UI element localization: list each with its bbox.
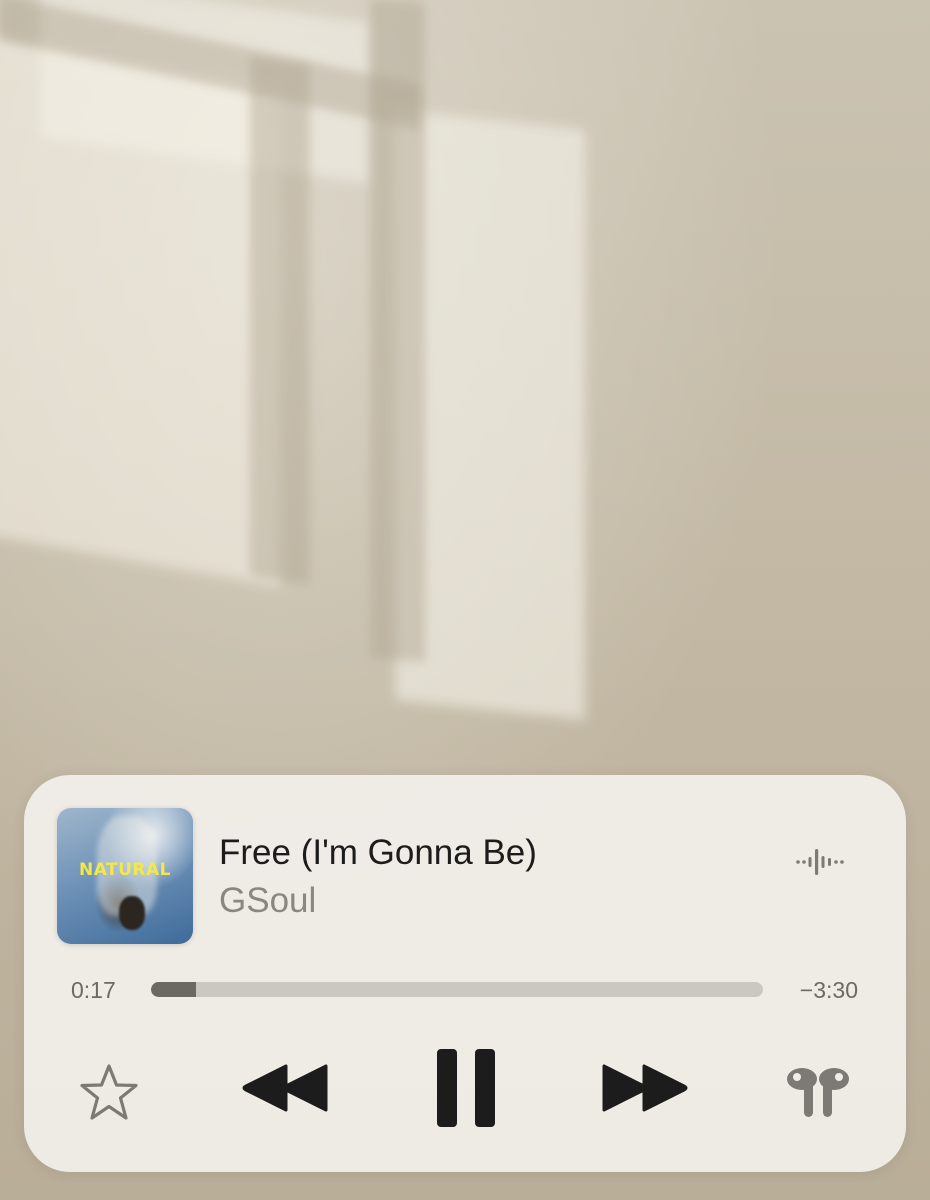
album-artwork[interactable]: NATURAL [57,808,193,944]
playback-scrubber[interactable] [151,982,763,997]
wallpaper-light-patch [0,33,280,587]
star-icon [80,1064,138,1120]
artwork-figure [119,896,145,930]
wallpaper-shadow [250,55,310,585]
elapsed-time: 0:17 [71,977,116,1003]
playback-progress-fill [151,982,197,997]
artwork-text: NATURAL [78,860,172,880]
fast-forward-icon [602,1064,688,1112]
audio-waveform-icon[interactable] [794,846,850,878]
rewind-icon [242,1064,328,1112]
now-playing-widget[interactable]: NATURAL Free (I'm Gonna Be) GSoul 0:17 −… [24,775,906,1172]
audio-output-button[interactable] [778,1058,858,1128]
next-track-button[interactable] [596,1057,692,1119]
pause-icon [437,1049,495,1127]
airpods-icon [787,1068,849,1117]
previous-track-button[interactable] [238,1057,334,1119]
track-artist[interactable]: GSoul [219,881,316,921]
play-pause-button[interactable] [426,1043,506,1133]
remaining-time: −3:30 [799,977,858,1003]
favorite-button[interactable] [74,1058,144,1128]
track-title[interactable]: Free (I'm Gonna Be) [219,833,537,873]
